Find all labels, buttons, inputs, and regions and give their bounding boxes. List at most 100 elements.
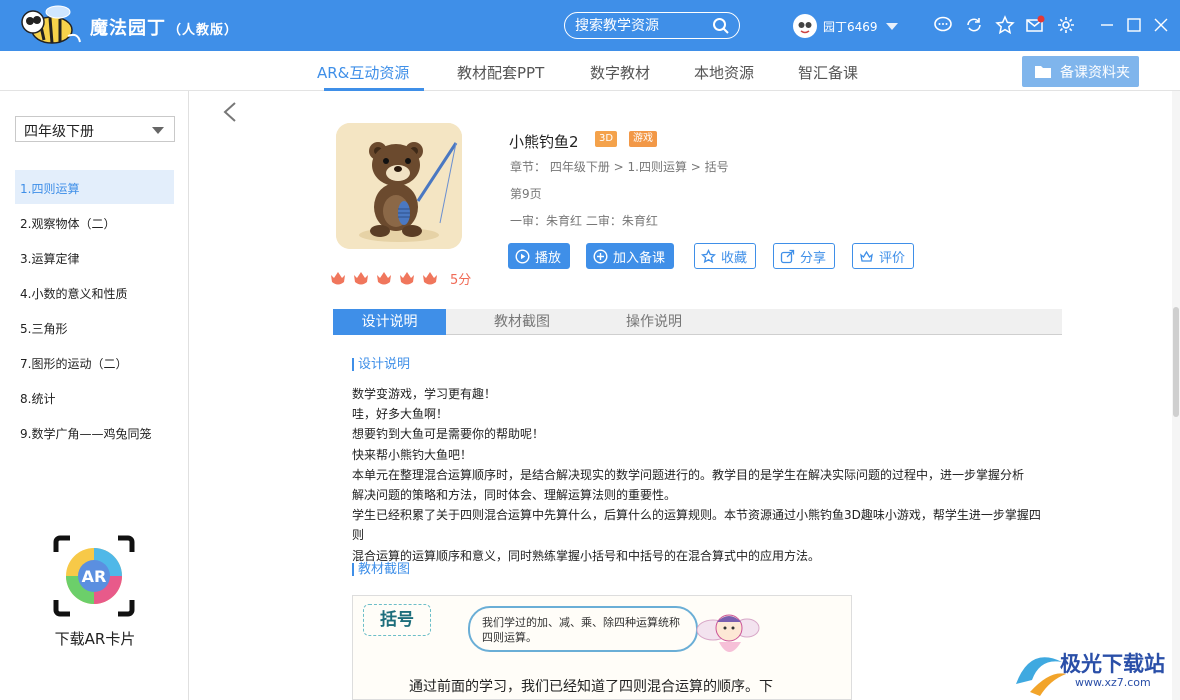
app-title: 魔法园丁 （人教版） xyxy=(90,14,238,40)
textbook-screenshot-heading: 教材截图 xyxy=(352,563,410,576)
share-button[interactable]: 分享 xyxy=(773,243,836,269)
sidebar-item-unit-5[interactable]: 5.三角形 xyxy=(15,310,174,344)
search-icon[interactable] xyxy=(712,17,730,35)
detail-tabs: 设计说明 教材截图 操作说明 xyxy=(333,309,1062,335)
resource-title: 小熊钓鱼2 xyxy=(509,133,579,151)
mail-icon[interactable] xyxy=(1025,15,1045,35)
bee-mascot-logo-icon xyxy=(21,5,81,44)
chevron-down-icon[interactable] xyxy=(885,22,898,30)
design-line: 解决问题的策略和方法，同时体会、理解运算法则的重要性。 xyxy=(352,488,677,503)
design-line: 快来帮小熊钓大鱼吧！ xyxy=(352,447,473,462)
star-icon xyxy=(701,248,716,263)
scrollbar-thumb[interactable] xyxy=(1173,307,1179,417)
back-arrow-icon[interactable] xyxy=(221,101,239,123)
user-menu[interactable]: 园丁6469 xyxy=(793,13,898,39)
textbook-body-line: 通过前面的学习，我们已经知道了四则混合运算的顺序。下 xyxy=(409,679,773,695)
chat-icon[interactable] xyxy=(933,15,953,35)
design-line: 想要钓到大鱼可是需要你的帮助呢！ xyxy=(352,427,545,442)
favorite-label: 收藏 xyxy=(721,250,748,266)
chevron-down-icon[interactable] xyxy=(152,127,164,134)
avatar[interactable] xyxy=(793,14,817,38)
resource-page: 第9页 xyxy=(510,187,542,201)
sidebar-item-unit-2[interactable]: 2.观察物体（二） xyxy=(15,205,174,239)
tulip-rating-icon xyxy=(400,272,414,285)
design-line: 混合运算的运算顺序和意义，同时熟练掌握小括号和中括号的在混合算式中的应用方法。 xyxy=(352,548,821,563)
rating: 5分 xyxy=(329,268,471,288)
design-notes-heading: 设计说明 xyxy=(352,358,410,371)
design-line: 学生已经积累了关于四则混合运算中先算什么，后算什么的运算规则。本节资源通过小熊钓… xyxy=(352,508,1041,543)
sidebar-item-unit-4[interactable]: 4.小数的意义和性质 xyxy=(15,275,174,309)
rating-score: 5分 xyxy=(450,272,472,288)
play-button[interactable]: 播放 xyxy=(508,243,571,269)
tab-smart-prep[interactable]: 智汇备课 xyxy=(798,62,858,83)
tulip-rating-icon xyxy=(423,272,437,285)
angel-illustration-icon xyxy=(696,614,760,652)
username[interactable]: 园丁6469 xyxy=(823,18,878,35)
app-edition: （人教版） xyxy=(168,23,239,38)
badge-game: 游戏 xyxy=(629,131,657,147)
watermark-title: 极光下载站 xyxy=(1060,652,1165,676)
gear-icon[interactable] xyxy=(1056,15,1076,35)
prep-folder-button[interactable]: 备课资料夹 xyxy=(1022,56,1139,87)
share-label: 分享 xyxy=(800,250,827,266)
textbook-screenshot-image: 括号 我们学过的加、减、乘、除四种运算统称四则运算。 通过前面的学习，我们已经知… xyxy=(352,595,852,700)
plus-circle-icon xyxy=(593,248,608,264)
app-title-text: 魔法园丁 xyxy=(90,18,166,39)
sidebar: 四年级下册 1.四则运算 2.观察物体（二） 3.运算定律 4.小数的意义和性质… xyxy=(0,91,189,700)
minimize-icon[interactable] xyxy=(1097,15,1117,35)
resource-reviewers: 一审：朱育红 二审：朱育红 xyxy=(510,214,658,228)
tab-design-notes[interactable]: 设计说明 xyxy=(333,309,446,335)
bear-fishing-image xyxy=(336,123,462,249)
watermark-url: www.xz7.com xyxy=(1075,676,1151,689)
grade-select[interactable]: 四年级下册 xyxy=(15,116,175,142)
tab-local-resources[interactable]: 本地资源 xyxy=(694,62,754,83)
maximize-icon[interactable] xyxy=(1124,15,1144,35)
share-icon xyxy=(780,249,795,263)
textbook-tag: 括号 xyxy=(363,604,431,636)
play-icon xyxy=(515,248,530,264)
review-icon xyxy=(860,250,873,262)
ar-card-icon[interactable]: AR xyxy=(52,534,136,618)
title-bar: 魔法园丁（人教版） 园丁6469 xyxy=(0,0,1180,51)
sidebar-item-unit-8[interactable]: 8.统计 xyxy=(15,380,174,414)
sidebar-item-unit-3[interactable]: 3.运算定律 xyxy=(15,240,174,274)
add-to-prep-label: 加入备课 xyxy=(613,250,666,266)
ar-card-text: AR xyxy=(82,567,107,586)
top-nav: AR&互动资源 教材配套PPT 数字教材 本地资源 智汇备课 备课资料夹 xyxy=(0,51,1180,91)
active-tab-indicator xyxy=(324,88,424,91)
sidebar-item-unit-1[interactable]: 1.四则运算 xyxy=(15,170,174,204)
close-icon[interactable] xyxy=(1151,15,1171,35)
search-box[interactable] xyxy=(564,12,740,39)
avatar-face-icon xyxy=(794,15,816,37)
sync-icon[interactable] xyxy=(964,15,984,35)
folder-icon xyxy=(1035,66,1051,78)
tab-textbook-ppt[interactable]: 教材配套PPT xyxy=(457,62,544,83)
tulip-rating-icon xyxy=(354,272,368,285)
design-line: 哇，好多大鱼啊！ xyxy=(352,407,449,422)
grade-select-value: 四年级下册 xyxy=(24,124,94,140)
tab-textbook-screenshot[interactable]: 教材截图 xyxy=(466,309,578,335)
add-to-prep-button[interactable]: 加入备课 xyxy=(586,243,675,269)
sidebar-item-unit-9[interactable]: 9.数学广角——鸡兔同笼 xyxy=(15,415,174,449)
badge-3d: 3D xyxy=(595,131,618,147)
resource-thumbnail xyxy=(336,123,462,249)
review-label: 评价 xyxy=(879,250,906,266)
prep-folder-label: 备课资料夹 xyxy=(1060,64,1130,81)
textbook-speech-bubble: 我们学过的加、减、乘、除四种运算统称四则运算。 xyxy=(468,606,698,652)
favorite-button[interactable]: 收藏 xyxy=(694,243,757,269)
search-input[interactable] xyxy=(575,16,705,36)
tab-ar-interactive[interactable]: AR&互动资源 xyxy=(317,62,409,83)
design-line: 本单元在整理混合运算顺序时，是结合解决现实的数学问题进行的。教学目的是学生在解决… xyxy=(352,467,1025,482)
design-line: 数学变游戏，学习更有趣！ xyxy=(352,387,497,401)
sidebar-item-unit-7[interactable]: 7.图形的运动（二） xyxy=(15,345,174,379)
resource-chapter: 章节： 四年级下册 > 1.四则运算 > 括号 xyxy=(510,160,729,174)
tab-operation-guide[interactable]: 操作说明 xyxy=(598,309,710,335)
tulip-rating-icon xyxy=(377,272,391,285)
download-ar-card-label[interactable]: 下载AR卡片 xyxy=(40,628,150,649)
tulip-rating-icon xyxy=(331,272,345,285)
design-notes-text: 数学变游戏，学习更有趣！ 哇，好多大鱼啊！ 想要钓到大鱼可是需要你的帮助呢！ 快… xyxy=(352,384,1052,566)
star-icon[interactable] xyxy=(995,15,1015,35)
review-button[interactable]: 评价 xyxy=(852,243,915,269)
play-label: 播放 xyxy=(535,250,562,266)
tab-digital-textbook[interactable]: 数字教材 xyxy=(590,62,650,83)
